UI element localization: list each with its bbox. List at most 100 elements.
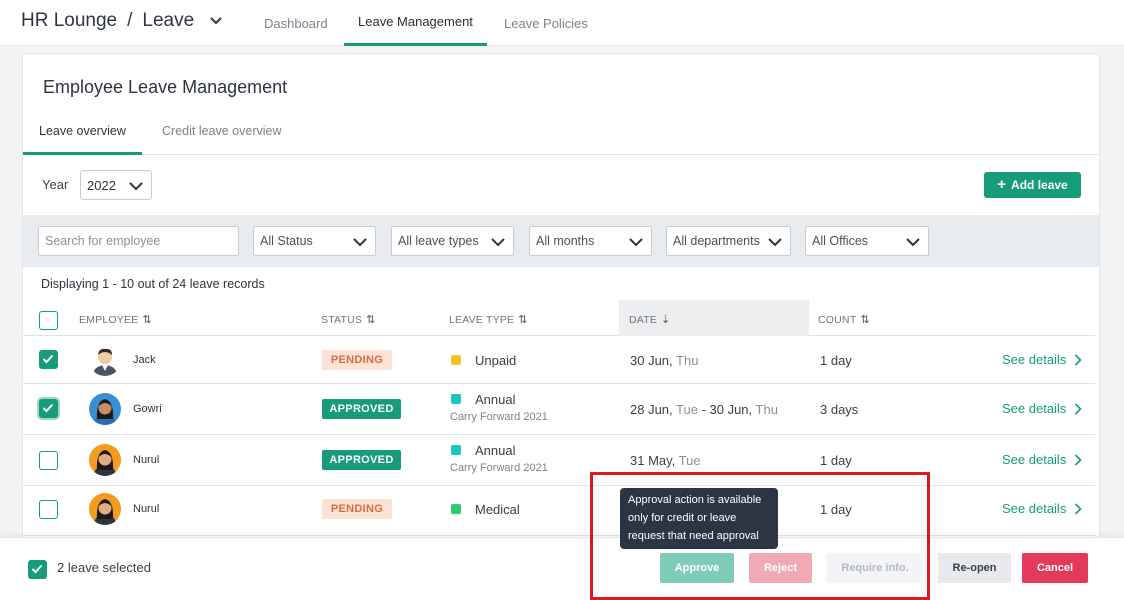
leave-type-dot [451, 394, 461, 404]
chevron-down-icon [129, 182, 143, 191]
breadcrumb-separator: / [127, 10, 133, 31]
leave-date: 31 May, Tue [630, 453, 701, 468]
column-status-label: STATUS [321, 314, 363, 326]
column-count[interactable]: COUNT ⇅ [818, 313, 870, 326]
leave-date: 28 Jun, Tue - 30 Jun, Thu [630, 402, 778, 417]
module-name[interactable]: Leave [142, 10, 194, 32]
leave-type-dot [451, 504, 461, 514]
avatar [89, 493, 121, 525]
see-details-label: See details [1002, 452, 1067, 467]
add-leave-label: Add leave [1011, 178, 1068, 192]
column-employee-label: EMPLOYEE [79, 314, 139, 326]
date-start-day: Tue [678, 453, 701, 468]
reopen-button[interactable]: Re-open [938, 553, 1011, 583]
app-name[interactable]: HR Lounge [21, 10, 117, 32]
avatar [89, 444, 121, 476]
select-all-checkbox[interactable] [39, 311, 58, 330]
leave-type: Medical [475, 502, 520, 517]
leave-type-dot [451, 445, 461, 455]
column-status[interactable]: STATUS ⇅ [321, 313, 375, 326]
nav-tab-leave-policies[interactable]: Leave Policies [504, 0, 588, 46]
leave-count: 1 day [820, 453, 852, 468]
year-value: 2022 [87, 178, 116, 193]
nav-tab-dashboard[interactable]: Dashboard [264, 0, 328, 46]
cancel-button[interactable]: Cancel [1022, 553, 1088, 583]
column-employee[interactable]: EMPLOYEE ⇅ [79, 313, 152, 326]
see-details-label: See details [1002, 352, 1067, 367]
table-row[interactable]: Nurul PENDING Medical 1 day See details [23, 486, 1095, 536]
date-start: 31 May, [630, 453, 679, 468]
table-header: EMPLOYEE ⇅ STATUS ⇅ LEAVE TYPE ⇅ DATE ⇣ COUN… [23, 300, 1095, 336]
chevron-down-icon[interactable] [208, 13, 224, 29]
date-start-day: Thu [676, 353, 699, 368]
avatar [89, 344, 121, 376]
leave-type-filter-value: All leave types [398, 234, 479, 248]
add-leave-button[interactable]: + Add leave [984, 172, 1081, 198]
table-row[interactable]: Gowri APPROVED Annual Carry Forward 2021… [23, 384, 1095, 435]
sort-icon: ⇅ [142, 314, 152, 326]
sort-descending-icon: ⇣ [661, 314, 671, 326]
check-icon [42, 403, 54, 413]
chevron-down-icon [768, 238, 782, 247]
leave-count: 1 day [820, 353, 852, 368]
row-checkbox[interactable] [39, 399, 58, 418]
see-details-link[interactable]: See details [1002, 452, 1082, 467]
leave-count: 3 days [820, 402, 859, 417]
office-filter[interactable]: All Offices [805, 226, 929, 256]
chevron-down-icon [353, 238, 367, 247]
leave-type-subtext: Carry Forward 2021 [450, 411, 548, 423]
tab-credit-leave-overview[interactable]: Credit leave overview [162, 124, 282, 155]
bulk-action-bar: 2 leave selected Approve Reject Require … [0, 537, 1124, 600]
nav-tab-leave-management[interactable]: Leave Management [344, 0, 487, 46]
sort-icon: ⇅ [518, 314, 528, 326]
bulk-select-checkbox[interactable] [28, 560, 47, 579]
month-filter[interactable]: All months [529, 226, 652, 256]
chevron-down-icon [629, 238, 643, 247]
date-start: 28 Jun, [630, 402, 677, 417]
table-row[interactable]: Jack PENDING Unpaid 30 Jun, Thu 1 day Se… [23, 336, 1095, 384]
search-input[interactable]: Search for employee [38, 226, 239, 256]
row-checkbox[interactable] [39, 350, 58, 369]
check-icon [31, 564, 43, 574]
status-badge: APPROVED [322, 450, 401, 470]
see-details-link[interactable]: See details [1002, 501, 1082, 516]
department-filter[interactable]: All departments [666, 226, 791, 256]
leave-type-filter[interactable]: All leave types [391, 226, 514, 256]
column-count-label: COUNT [818, 314, 857, 326]
chevron-down-icon [906, 238, 920, 247]
see-details-link[interactable]: See details [1002, 401, 1082, 416]
top-navigation: HR Lounge / Leave Dashboard Leave Manage… [0, 0, 1124, 46]
chevron-right-icon [1075, 353, 1082, 366]
year-select[interactable]: 2022 [80, 170, 152, 200]
row-checkbox[interactable] [39, 451, 58, 470]
plus-icon: + [997, 175, 1007, 193]
require-info-button[interactable]: Require info. [827, 553, 923, 583]
tab-leave-overview[interactable]: Leave overview [23, 124, 142, 155]
table-row[interactable]: Nurul APPROVED Annual Carry Forward 2021… [23, 435, 1095, 486]
department-filter-value: All departments [673, 234, 760, 248]
date-start: 30 Jun, [630, 353, 677, 368]
approve-button[interactable]: Approve [660, 553, 734, 583]
see-details-label: See details [1002, 501, 1067, 516]
leave-management-card: Employee Leave Management Leave overview… [22, 53, 1100, 593]
employee-name: Jack [133, 354, 156, 366]
reject-button[interactable]: Reject [749, 553, 812, 583]
date-start-day: Tue [676, 402, 698, 417]
see-details-label: See details [1002, 401, 1067, 416]
employee-name: Nurul [133, 503, 160, 515]
subtabs: Leave overview Credit leave overview [23, 114, 1099, 155]
avatar [89, 393, 121, 425]
status-filter[interactable]: All Status [253, 226, 376, 256]
chevron-right-icon [1075, 502, 1082, 515]
column-date[interactable]: DATE ⇣ [629, 313, 670, 326]
row-checkbox[interactable] [39, 500, 58, 519]
employee-name: Nurul [133, 454, 160, 466]
sort-icon: ⇅ [860, 314, 870, 326]
page-title: Employee Leave Management [43, 77, 288, 97]
breadcrumb: HR Lounge / Leave [21, 10, 224, 32]
see-details-link[interactable]: See details [1002, 352, 1082, 367]
column-date-label: DATE [629, 314, 658, 326]
leave-date: 30 Jun, Thu [630, 353, 698, 368]
column-leave-type-label: LEAVE TYPE [449, 314, 515, 326]
column-leave-type[interactable]: LEAVE TYPE ⇅ [449, 313, 528, 326]
